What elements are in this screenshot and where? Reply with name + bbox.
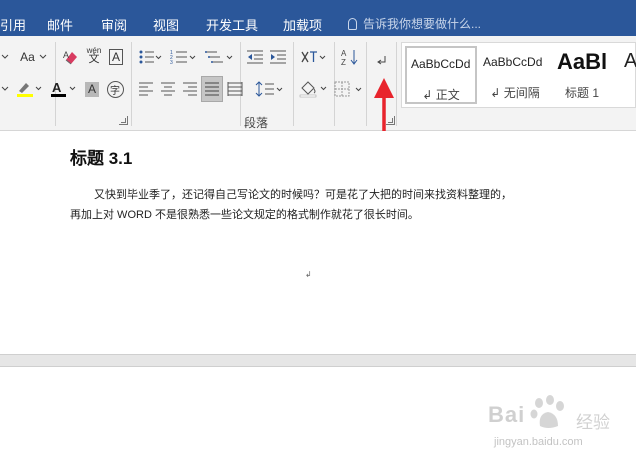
phonetic-bottom: 文 xyxy=(88,53,100,65)
separator xyxy=(396,42,397,126)
paragraph-mark: ↲ xyxy=(305,270,312,279)
shading-button[interactable] xyxy=(297,78,329,100)
svg-text:A: A xyxy=(341,49,347,58)
style-sample: A xyxy=(624,50,636,72)
tab-addins[interactable]: 加载项 xyxy=(283,15,322,34)
decrease-indent-button[interactable] xyxy=(245,46,265,68)
page-gap xyxy=(0,354,636,367)
paragraph-group-label: 段落 xyxy=(244,116,269,130)
ribbon-tab-bar: 引用 邮件 审阅 视图 开发工具 加载项 告诉我你想要做什么... xyxy=(0,0,636,36)
decrease-indent-icon xyxy=(247,50,263,64)
numbering-button[interactable]: 123 xyxy=(168,46,198,68)
bullet-list-icon xyxy=(139,50,162,64)
chinese-layout-button[interactable] xyxy=(298,46,328,68)
align-left-button[interactable] xyxy=(137,78,155,100)
font-color-icon: A xyxy=(51,80,76,97)
multilevel-list-button[interactable] xyxy=(203,46,235,68)
baidu-watermark: Bai 经验 jingyan.baidu.com xyxy=(488,392,633,462)
highlighter-icon xyxy=(17,83,42,97)
lightbulb-icon xyxy=(348,18,357,30)
tab-mailings[interactable]: 邮件 xyxy=(47,15,73,34)
align-center-icon xyxy=(161,82,175,96)
watermark-brand-suffix: 经验 xyxy=(576,413,610,432)
align-center-button[interactable] xyxy=(159,78,177,100)
borders-icon xyxy=(334,81,362,97)
character-border-letter: A xyxy=(108,49,123,65)
separator xyxy=(131,42,132,126)
paint-bucket-icon xyxy=(299,81,327,98)
sort-button[interactable]: AZ xyxy=(340,46,360,68)
style-heading-2[interactable]: A xyxy=(622,46,636,104)
eraser-icon: A xyxy=(63,50,77,65)
separator xyxy=(293,42,294,126)
font-color-button[interactable]: A xyxy=(48,78,78,100)
align-left-icon xyxy=(139,82,153,96)
font-dialog-launcher-icon[interactable] xyxy=(119,116,128,125)
style-sample: AaBbCcDd xyxy=(411,57,471,71)
svg-text:3: 3 xyxy=(170,60,173,65)
align-right-icon xyxy=(183,82,197,96)
svg-text:Z: Z xyxy=(341,58,346,66)
tell-me-placeholder: 告诉我你想要做什么... xyxy=(363,17,482,31)
change-case-label: Aa xyxy=(20,50,35,64)
tab-references[interactable]: 引用 xyxy=(0,15,26,34)
tab-review[interactable]: 审阅 xyxy=(101,15,127,34)
style-no-spacing[interactable]: AaBbCcDd ↲ 无间隔 xyxy=(479,46,551,104)
multilevel-list-icon xyxy=(205,51,233,63)
ribbon: Aa A wén 文 A 123 AZ A A 字 段落 AaBbCcDd ↲ … xyxy=(0,36,636,131)
style-name: ↲ 正文 xyxy=(422,88,460,102)
styles-gallery: AaBbCcDd ↲ 正文 AaBbCcDd ↲ 无间隔 AaBl 标题 1 A xyxy=(401,42,636,108)
tab-developer[interactable]: 开发工具 xyxy=(206,15,258,34)
tab-view[interactable]: 视图 xyxy=(153,15,179,34)
style-name: ↲ 无间隔 xyxy=(490,86,540,100)
character-shading-button[interactable]: A xyxy=(83,78,101,100)
paragraph-mark-icon xyxy=(377,56,386,65)
watermark-brand: Bai xyxy=(488,402,526,427)
bullets-button[interactable] xyxy=(136,46,164,68)
document-heading: 标题 3.1 xyxy=(70,149,133,168)
show-hide-marks-button[interactable] xyxy=(373,50,391,72)
watermark-url: jingyan.baidu.com xyxy=(494,436,583,448)
numbered-list-icon: 123 xyxy=(170,50,196,65)
character-shading-letter: A xyxy=(84,81,99,97)
change-case-button[interactable]: Aa xyxy=(18,46,50,68)
svg-text:A: A xyxy=(63,50,69,60)
sort-az-icon: AZ xyxy=(341,49,358,66)
document-paragraph-line1: 又快到毕业季了，还记得自己写论文的时候吗？可是花了大把的时间来找资料整理的， xyxy=(94,189,512,201)
justify-icon xyxy=(205,82,219,96)
borders-button[interactable] xyxy=(333,78,365,100)
distributed-icon xyxy=(227,82,243,96)
style-normal[interactable]: AaBbCcDd ↲ 正文 xyxy=(405,46,477,104)
separator xyxy=(366,42,367,126)
character-border-button[interactable]: A xyxy=(107,46,125,68)
enclose-characters-button[interactable]: 字 xyxy=(105,78,125,100)
increase-indent-button[interactable] xyxy=(268,46,288,68)
tell-me-box[interactable]: 告诉我你想要做什么... xyxy=(348,15,481,32)
style-sample: AaBbCcDd xyxy=(483,55,543,69)
text-highlight-button[interactable] xyxy=(14,78,44,100)
font-dropdown-arrow-icon[interactable] xyxy=(0,46,10,68)
justify-button[interactable] xyxy=(201,76,223,102)
font-size-arrow-icon[interactable] xyxy=(0,78,10,100)
baidu-paw-icon xyxy=(530,395,564,428)
document-paragraph-line2: 再加上对 WORD 不是很熟悉一些论文规定的格式制作就花了很长时间。 xyxy=(70,209,419,221)
enclose-char-label: 字 xyxy=(106,80,124,98)
svg-text:A: A xyxy=(52,80,62,95)
line-spacing-button[interactable] xyxy=(254,78,284,100)
chinese-layout-icon xyxy=(301,51,326,63)
style-sample: AaBl xyxy=(557,49,608,74)
phonetic-guide-button[interactable]: wén 文 xyxy=(84,44,104,66)
line-spacing-icon xyxy=(255,81,283,97)
align-right-button[interactable] xyxy=(181,78,199,100)
increase-indent-icon xyxy=(270,50,286,64)
clear-formatting-button[interactable]: A xyxy=(60,46,82,68)
style-heading-1[interactable]: AaBl 标题 1 xyxy=(553,46,625,104)
distributed-button[interactable] xyxy=(226,78,244,100)
